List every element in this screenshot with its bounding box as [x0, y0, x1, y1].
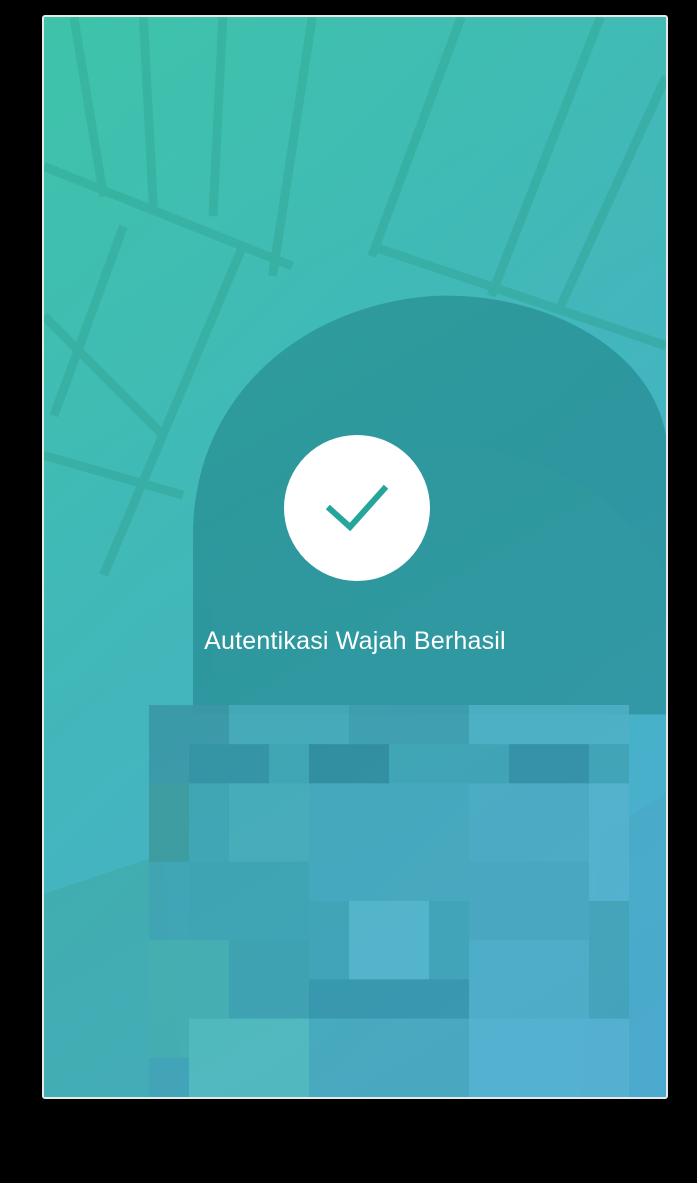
check-icon	[326, 484, 388, 532]
auth-status-text: Autentikasi Wajah Berhasil	[204, 627, 506, 655]
success-badge	[284, 435, 430, 581]
face-auth-screen: Autentikasi Wajah Berhasil	[42, 15, 668, 1099]
